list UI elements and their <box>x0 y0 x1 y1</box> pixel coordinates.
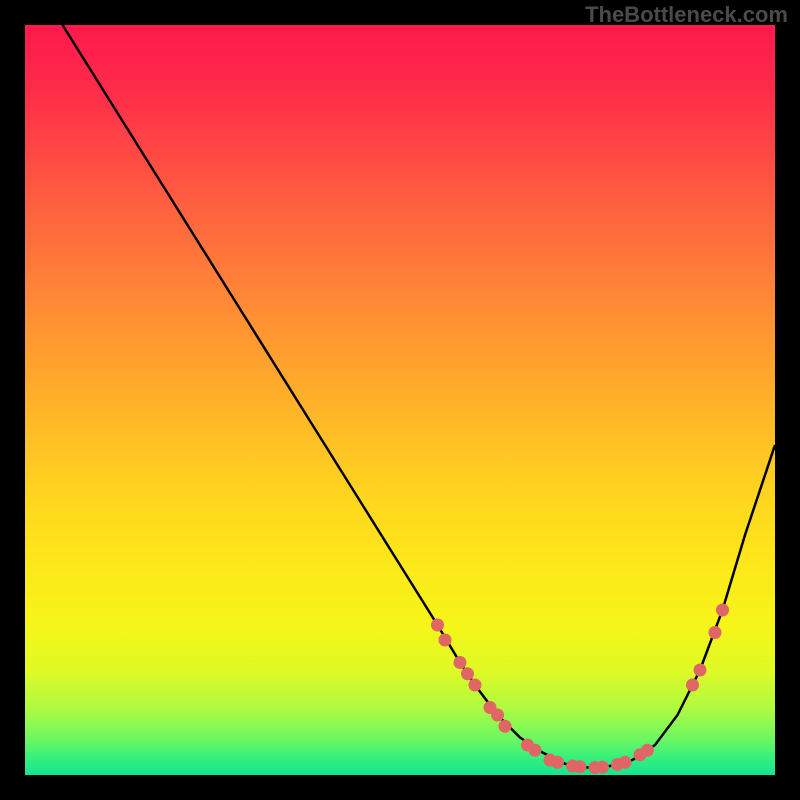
data-point-marker <box>641 744 654 757</box>
data-point-marker <box>694 664 707 677</box>
data-point-marker <box>529 744 542 757</box>
data-point-marker <box>619 756 632 769</box>
data-point-marker <box>551 756 564 769</box>
data-point-marker <box>491 709 504 722</box>
data-point-marker <box>499 720 512 733</box>
data-point-marker <box>469 679 482 692</box>
data-point-marker <box>454 656 467 669</box>
marker-layer <box>431 604 729 775</box>
chart-svg <box>25 25 775 775</box>
watermark-text: TheBottleneck.com <box>585 2 788 28</box>
data-point-marker <box>716 604 729 617</box>
curve-layer <box>63 25 776 768</box>
data-point-marker <box>461 667 474 680</box>
plot-area <box>25 25 775 775</box>
data-point-marker <box>686 679 699 692</box>
data-point-marker <box>439 634 452 647</box>
data-point-marker <box>431 619 444 632</box>
bottleneck-curve <box>63 25 776 768</box>
data-point-marker <box>709 626 722 639</box>
data-point-marker <box>574 760 587 773</box>
data-point-marker <box>596 761 609 774</box>
